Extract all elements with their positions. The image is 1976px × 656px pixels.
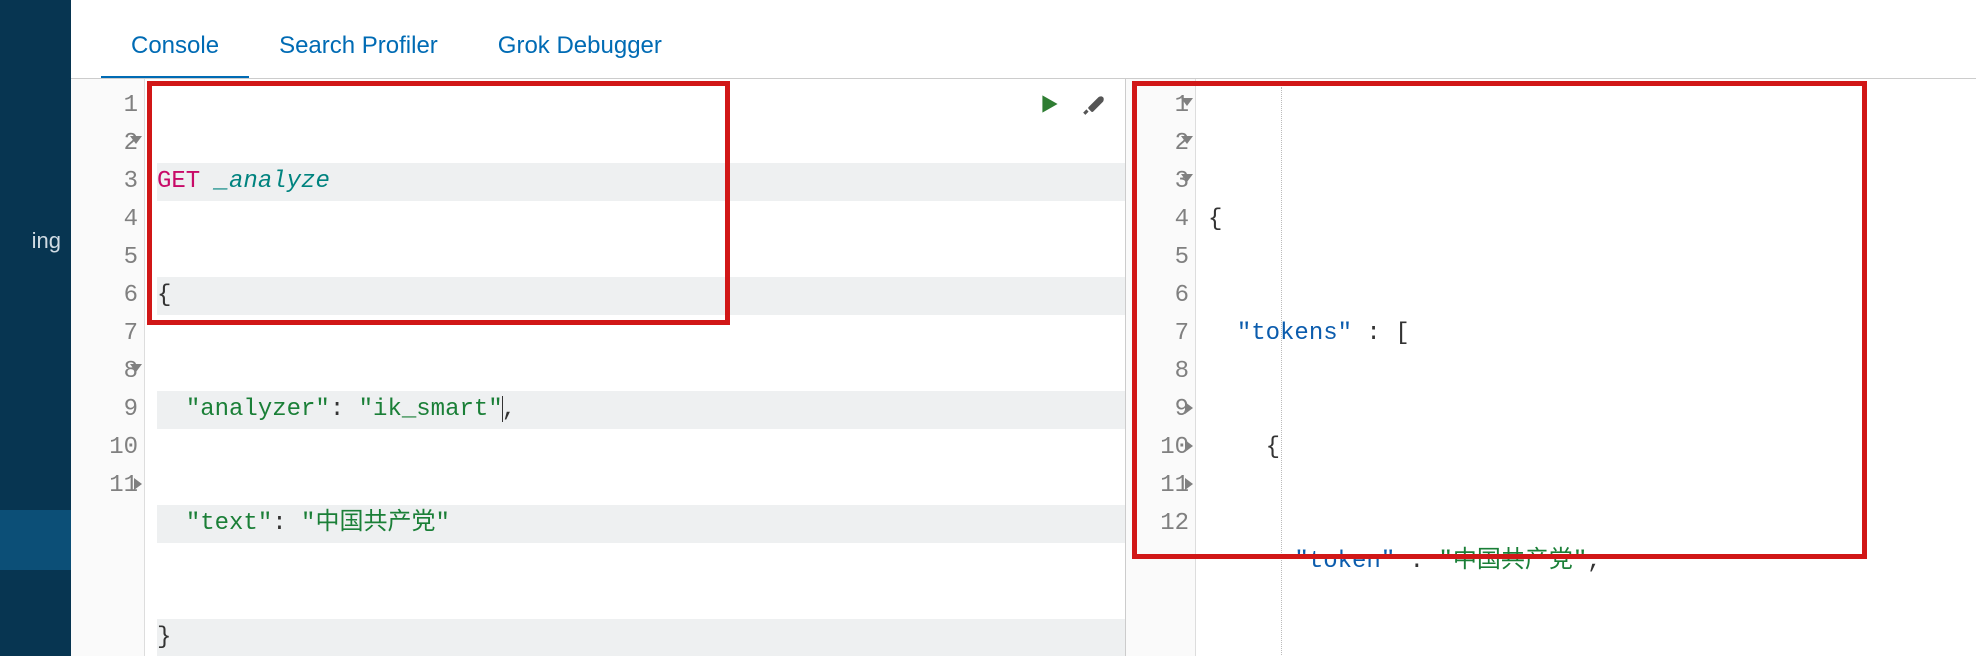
fold-icon[interactable] bbox=[1185, 440, 1193, 452]
fold-icon[interactable] bbox=[1181, 136, 1193, 144]
request-pane: 1 2 3 4 5 6 7 8 9 10 11 GET _analyze { "… bbox=[71, 79, 1126, 656]
request-actions bbox=[1037, 91, 1107, 117]
sidebar-item-active[interactable] bbox=[0, 510, 71, 570]
tab-grok-debugger[interactable]: Grok Debugger bbox=[468, 22, 692, 78]
request-code[interactable]: GET _analyze { "analyzer": "ik_smart", "… bbox=[145, 79, 1125, 656]
fold-icon[interactable] bbox=[130, 364, 142, 372]
indent-guide bbox=[1281, 87, 1282, 656]
fold-icon[interactable] bbox=[134, 478, 142, 490]
play-icon[interactable] bbox=[1037, 91, 1063, 117]
tab-bar: Console Search Profiler Grok Debugger bbox=[71, 0, 1976, 79]
sidebar-item-partial[interactable]: ing bbox=[32, 228, 61, 254]
response-gutter: 1 2 3 4 5 6 7 8 9 10 11 12 bbox=[1126, 79, 1196, 656]
response-pane: 1 2 3 4 5 6 7 8 9 10 11 12 { "tokens" : bbox=[1126, 79, 1976, 656]
request-gutter: 1 2 3 4 5 6 7 8 9 10 11 bbox=[71, 79, 145, 656]
wrench-icon[interactable] bbox=[1081, 91, 1107, 117]
split-panes: 1 2 3 4 5 6 7 8 9 10 11 GET _analyze { "… bbox=[71, 79, 1976, 656]
response-code: { "tokens" : [ { "token" : "中国共产党", "sta… bbox=[1196, 79, 1976, 656]
fold-icon[interactable] bbox=[1185, 478, 1193, 490]
fold-icon[interactable] bbox=[1181, 174, 1193, 182]
fold-icon[interactable] bbox=[1181, 98, 1193, 106]
main-area: Console Search Profiler Grok Debugger 1 … bbox=[71, 0, 1976, 656]
response-editor[interactable]: 1 2 3 4 5 6 7 8 9 10 11 12 { "tokens" : bbox=[1126, 79, 1976, 656]
fold-icon[interactable] bbox=[1185, 402, 1193, 414]
request-editor[interactable]: 1 2 3 4 5 6 7 8 9 10 11 GET _analyze { "… bbox=[71, 79, 1125, 656]
fold-icon[interactable] bbox=[130, 136, 142, 144]
nav-sidebar: ing bbox=[0, 0, 71, 656]
tab-search-profiler[interactable]: Search Profiler bbox=[249, 22, 468, 78]
tab-console[interactable]: Console bbox=[101, 22, 249, 78]
